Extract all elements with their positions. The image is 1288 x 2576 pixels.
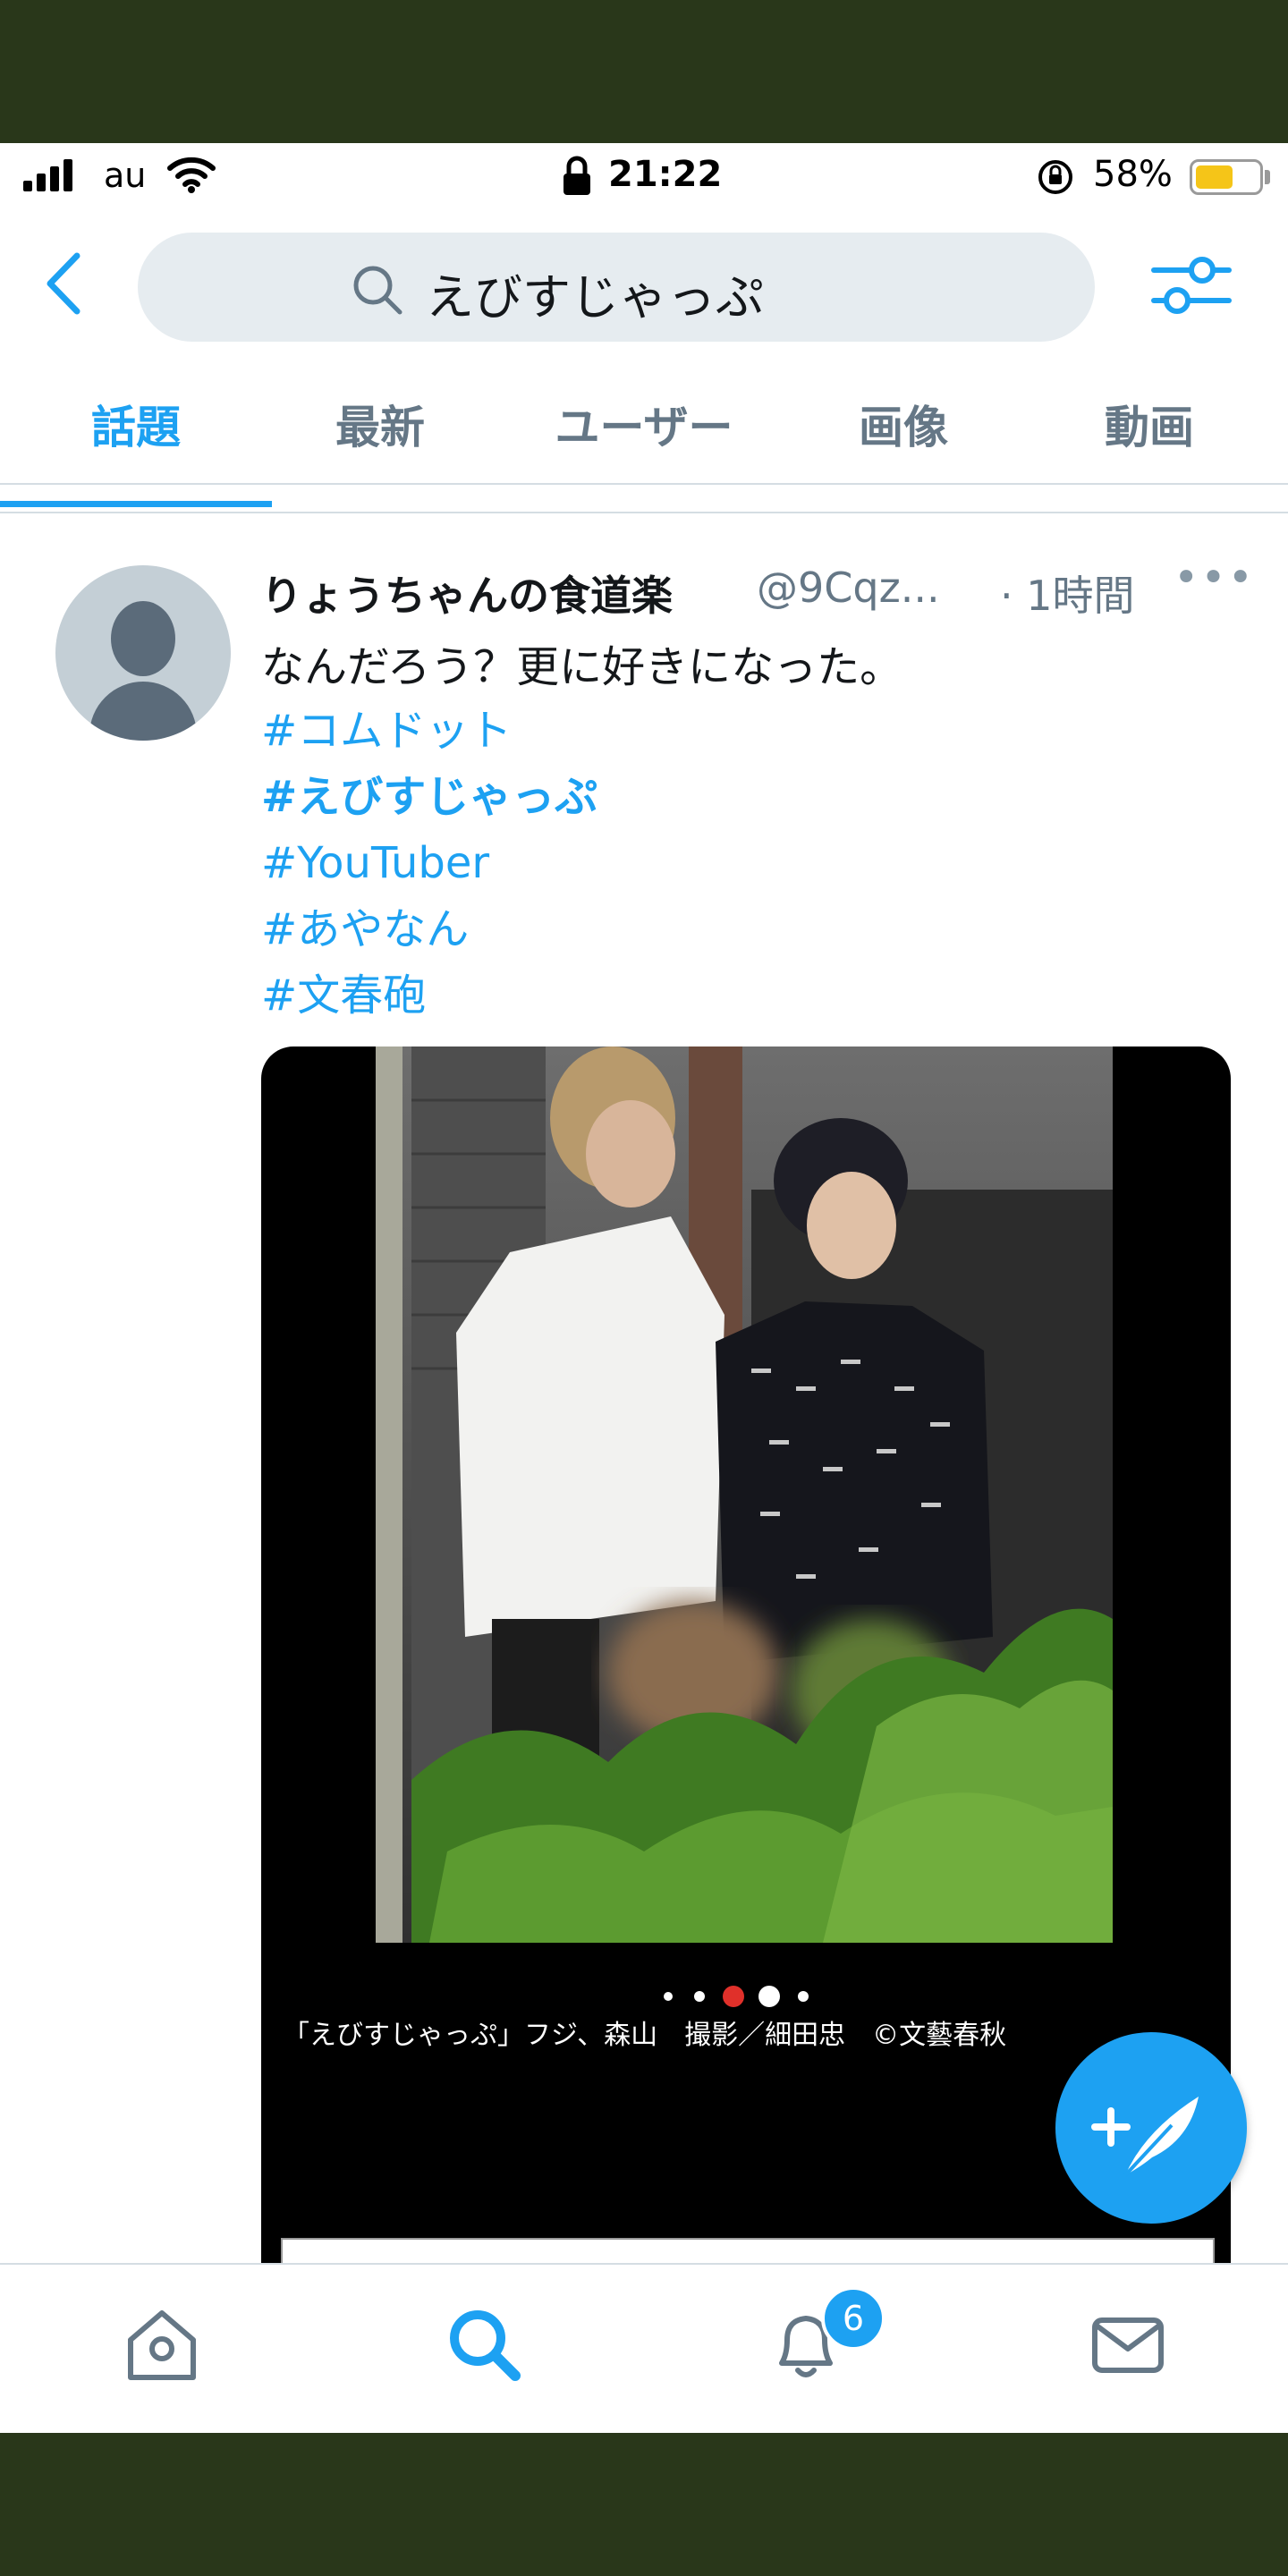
hashtag-link[interactable]: #コムドット <box>261 698 597 764</box>
messages-icon <box>1092 2318 1164 2373</box>
lock-icon <box>562 154 592 200</box>
carousel-indicator <box>664 1984 843 2011</box>
filter-sliders-icon <box>1151 257 1232 314</box>
photo-caption: 「えびすじゃっぷ」フジ、森山 撮影／細田忠 ©文藝春秋 <box>283 2020 1007 2051</box>
hashtag-link[interactable]: #YouTuber <box>261 830 597 896</box>
battery-icon <box>1190 159 1263 195</box>
home-icon <box>128 2310 196 2380</box>
tab-videos[interactable]: 動画 <box>1020 376 1279 479</box>
hashtag-link[interactable]: #文春砲 <box>261 962 597 1029</box>
tweet-author-handle[interactable]: @9Cqz... <box>757 564 940 612</box>
search-tabs: 話題 最新 ユーザー 画像 動画 <box>0 376 1288 485</box>
hashtag-link[interactable]: #えびすじゃっぷ <box>261 764 597 830</box>
clock: 21:22 <box>608 154 723 195</box>
nav-home-button[interactable] <box>122 2304 202 2385</box>
nav-messages-button[interactable] <box>1088 2304 1168 2385</box>
photo-image <box>376 1046 1113 1943</box>
rotation-lock-icon <box>1036 157 1075 200</box>
search-icon <box>351 263 404 320</box>
tweet-timestamp: · 1時間 <box>1000 572 1135 620</box>
tab-top[interactable]: 話題 <box>0 376 272 479</box>
tweet-media[interactable]: 「えびすじゃっぷ」フジ、森山 撮影／細田忠 ©文藝春秋 <box>261 1046 1231 2433</box>
nav-search-button[interactable] <box>444 2304 524 2385</box>
bottom-navigation <box>0 2263 1288 2433</box>
wifi-icon <box>166 156 216 197</box>
tweet-hashtags: #コムドット #えびすじゃっぷ #YouTuber #あやなん #文春砲 <box>261 698 597 1029</box>
compose-feather-icon <box>1091 2097 1199 2177</box>
search-query: えびすじゃっぷ <box>426 269 764 326</box>
tweet-text: なんだろう？更に好きになった。 <box>261 642 903 692</box>
tweet-author-name[interactable]: りょうちゃんの食道楽 <box>261 564 673 623</box>
search-icon <box>450 2310 521 2381</box>
signal-icon <box>23 159 80 191</box>
search-input[interactable]: えびすじゃっぷ <box>138 233 1095 342</box>
avatar[interactable] <box>55 565 231 741</box>
hashtag-link[interactable]: #あやなん <box>261 896 597 962</box>
back-button[interactable] <box>36 243 98 324</box>
notification-badge: 6 <box>821 2286 886 2351</box>
status-bar: au 21:22 58% <box>0 143 1288 208</box>
tweet-photo[interactable] <box>376 1046 1113 1943</box>
battery-percent: 58% <box>1093 154 1173 195</box>
tab-images[interactable]: 画像 <box>787 376 1020 479</box>
tab-latest[interactable]: 最新 <box>259 376 501 479</box>
back-chevron-icon <box>47 252 80 315</box>
battery-cap <box>1265 170 1270 184</box>
compose-tweet-button[interactable] <box>1055 2032 1247 2224</box>
search-filter-button[interactable] <box>1147 245 1236 326</box>
divider <box>0 512 1288 513</box>
more-options-icon[interactable]: ••• <box>1174 553 1255 603</box>
tab-users[interactable]: ユーザー <box>501 376 787 479</box>
active-tab-indicator <box>0 501 272 507</box>
carrier-label: au <box>104 156 147 195</box>
twitter-search-screen: au 21:22 58% えびすじゃっぷ 話題 最新 ユーザー 画像 動画 りょ… <box>0 143 1288 2433</box>
